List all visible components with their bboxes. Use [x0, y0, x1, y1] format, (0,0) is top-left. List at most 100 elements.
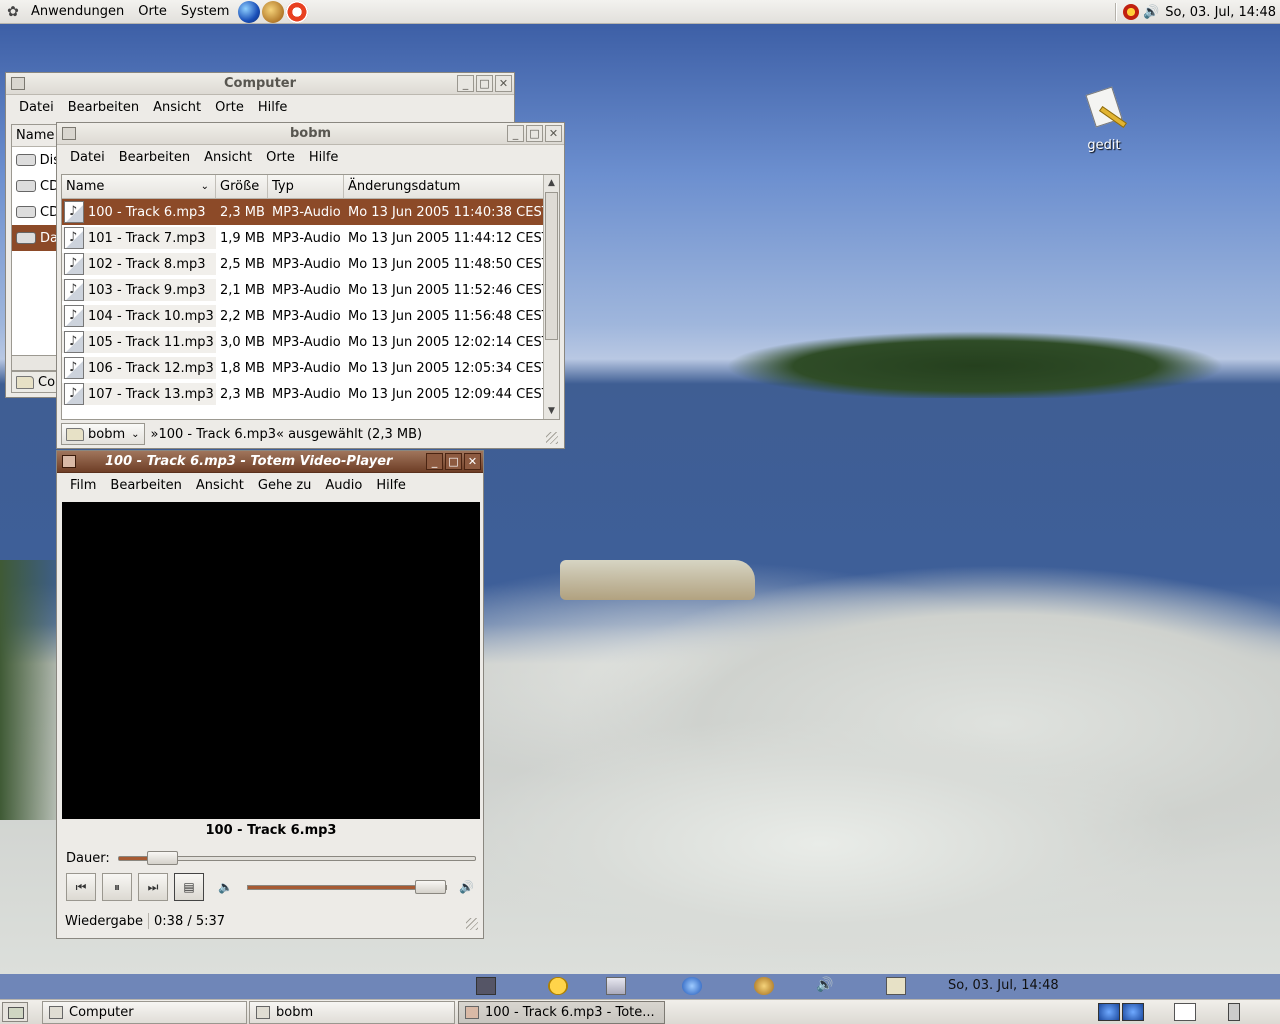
list-item-selected[interactable]: Da [12, 225, 60, 251]
menu-orte[interactable]: Orte [208, 100, 251, 115]
workspace-3-icon[interactable] [1174, 1003, 1196, 1021]
menu-bearbeiten[interactable]: Bearbeiten [103, 478, 188, 493]
menu-bearbeiten[interactable]: Bearbeiten [61, 100, 146, 115]
minimize-button[interactable]: _ [457, 75, 474, 92]
menu-ansicht[interactable]: Ansicht [197, 150, 259, 165]
taskbar-item-totem[interactable]: 100 - Track 6.mp3 - Tote... [458, 1001, 665, 1024]
location-combo[interactable]: bobm ⌄ [61, 423, 145, 445]
chevron-down-icon: ⌄ [131, 428, 140, 440]
folder-icon[interactable] [886, 977, 906, 995]
menu-orte[interactable]: Orte [131, 4, 174, 19]
close-button[interactable]: ✕ [495, 75, 512, 92]
menu-anwendungen[interactable]: Anwendungen [24, 4, 131, 19]
table-row[interactable]: 102 - Track 8.mp3 2,5 MB MP3-Audio Mo 13 Ju… [62, 251, 559, 277]
file-name: 100 - Track 6.mp3 [88, 204, 206, 220]
column-header-name[interactable]: Name ⌄ [62, 175, 216, 198]
mail-icon[interactable] [606, 977, 626, 995]
update-icon[interactable] [754, 977, 774, 995]
tray-clock[interactable]: So, 03. Jul, 14:48 [948, 978, 1059, 993]
menu-audio[interactable]: Audio [318, 478, 369, 493]
table-row[interactable]: 104 - Track 10.mp3 2,2 MB MP3-Audio Mo 13 J… [62, 303, 559, 329]
close-button[interactable]: ✕ [464, 453, 481, 470]
menu-ansicht[interactable]: Ansicht [189, 478, 251, 493]
scroll-thumb[interactable] [545, 192, 558, 340]
computer-titlebar[interactable]: Computer _ □ ✕ [6, 73, 514, 95]
totem-titlebar[interactable]: 100 - Track 6.mp3 - Totem Video-Player _… [57, 451, 483, 473]
column-header-type[interactable]: Typ [268, 175, 344, 198]
update-notifier-icon[interactable] [1123, 4, 1140, 20]
next-button[interactable]: ⏭ [138, 873, 168, 901]
monitor-icon[interactable] [476, 977, 496, 995]
volume-high-icon: 🔊 [458, 880, 474, 894]
close-button[interactable]: ✕ [545, 125, 562, 142]
volume-icon[interactable]: 🔊 [816, 977, 836, 995]
seek-slider[interactable] [117, 850, 476, 865]
workspace-1-icon[interactable] [1098, 1003, 1120, 1021]
horizontal-scrollbar[interactable] [11, 355, 61, 371]
list-item[interactable]: CD [12, 173, 60, 199]
seek-knob[interactable] [146, 850, 178, 865]
maximize-button[interactable]: □ [476, 75, 493, 92]
scroll-up-arrow-icon[interactable]: ▲ [544, 175, 559, 191]
menu-film[interactable]: Film [63, 478, 103, 493]
desktop-icon-gedit[interactable]: gedit [1076, 86, 1132, 153]
bottom-panel: Computer bobm 100 - Track 6.mp3 - Tote..… [0, 999, 1280, 1024]
table-row[interactable]: 101 - Track 7.mp3 1,9 MB MP3-Audio Mo 13 Ju… [62, 225, 559, 251]
resize-grip[interactable] [546, 432, 558, 444]
location-combo[interactable]: Co [11, 371, 61, 393]
file-type: MP3-Audio [272, 386, 341, 402]
taskbar-item-bobm[interactable]: bobm [249, 1001, 455, 1024]
list-item[interactable]: Dis [12, 147, 60, 173]
volume-knob[interactable] [414, 879, 446, 894]
volume-slider[interactable] [246, 879, 447, 894]
show-desktop-button[interactable] [2, 1002, 28, 1022]
audio-file-icon [64, 305, 84, 327]
bobm-titlebar[interactable]: bobm _ □ ✕ [57, 123, 564, 145]
video-area[interactable] [62, 502, 480, 819]
list-item[interactable]: CD [12, 199, 60, 225]
menu-hilfe[interactable]: Hilfe [251, 100, 295, 115]
audio-file-icon [64, 357, 84, 379]
table-row[interactable]: 106 - Track 12.mp3 1,8 MB MP3-Audio Mo 13 J… [62, 355, 559, 381]
help-launcher-icon[interactable] [286, 0, 309, 23]
menu-ansicht[interactable]: Ansicht [146, 100, 208, 115]
pause-button[interactable]: ⏸ [102, 873, 132, 901]
messenger-icon[interactable] [548, 977, 568, 995]
column-header-date[interactable]: Änderungsdatum [344, 175, 545, 198]
menu-datei[interactable]: Datei [63, 150, 112, 165]
table-row[interactable]: 107 - Track 13.mp3 2,3 MB MP3-Audio Mo 13 J… [62, 381, 559, 407]
table-row[interactable]: 100 - Track 6.mp3 2,3 MB MP3-Audio Mo 13 Ju… [62, 199, 559, 225]
column-header-name[interactable]: Name [12, 125, 60, 147]
volume-icon[interactable]: 🔊 [1143, 5, 1159, 20]
audio-file-icon [64, 253, 84, 275]
minimize-button[interactable]: _ [507, 125, 524, 142]
menu-hilfe[interactable]: Hilfe [302, 150, 346, 165]
previous-button[interactable]: ⏮ [66, 873, 96, 901]
menu-bearbeiten[interactable]: Bearbeiten [112, 150, 197, 165]
workspace-2-icon[interactable] [1122, 1003, 1144, 1021]
table-row[interactable]: 103 - Track 9.mp3 2,1 MB MP3-Audio Mo 13 Ju… [62, 277, 559, 303]
menu-gehe-zu[interactable]: Gehe zu [251, 478, 319, 493]
resize-grip[interactable] [466, 918, 478, 930]
menu-orte[interactable]: Orte [259, 150, 302, 165]
network-icon[interactable] [682, 977, 702, 995]
scroll-down-arrow-icon[interactable]: ▼ [544, 403, 559, 419]
column-header-size[interactable]: Größe [216, 175, 268, 198]
gnome-foot-icon[interactable]: ✿ [2, 1, 24, 23]
maximize-button[interactable]: □ [526, 125, 543, 142]
trash-icon[interactable] [1228, 1003, 1240, 1021]
mail-client-launcher-icon[interactable] [262, 0, 285, 23]
menu-hilfe[interactable]: Hilfe [369, 478, 413, 493]
maximize-button[interactable]: □ [445, 453, 462, 470]
vertical-scrollbar[interactable]: ▲ ▼ [543, 175, 559, 419]
minimize-button[interactable]: _ [426, 453, 443, 470]
playlist-button[interactable]: ▤ [174, 873, 204, 901]
menu-datei[interactable]: Datei [12, 100, 61, 115]
panel-clock[interactable]: So, 03. Jul, 14:48 [1165, 5, 1276, 20]
file-type: MP3-Audio [272, 334, 341, 350]
table-row[interactable]: 105 - Track 11.mp3 3,0 MB MP3-Audio Mo 13 J… [62, 329, 559, 355]
menu-system[interactable]: System [174, 4, 236, 19]
folder-icon [256, 1006, 270, 1019]
taskbar-item-computer[interactable]: Computer [42, 1001, 247, 1024]
web-browser-launcher-icon[interactable] [238, 0, 261, 23]
